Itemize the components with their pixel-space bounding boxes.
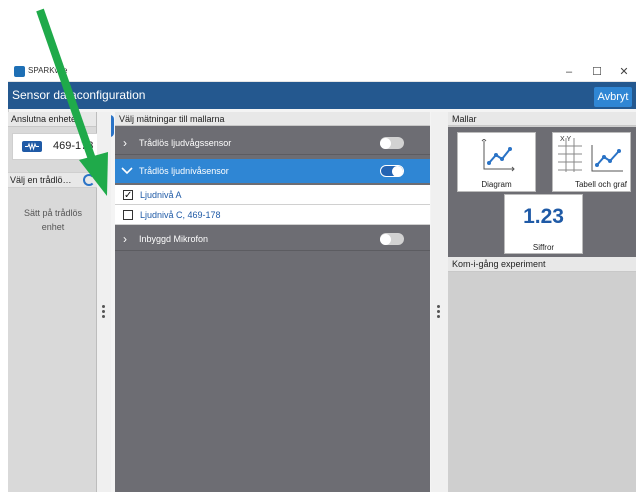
annotation-arrow-icon <box>36 8 108 196</box>
